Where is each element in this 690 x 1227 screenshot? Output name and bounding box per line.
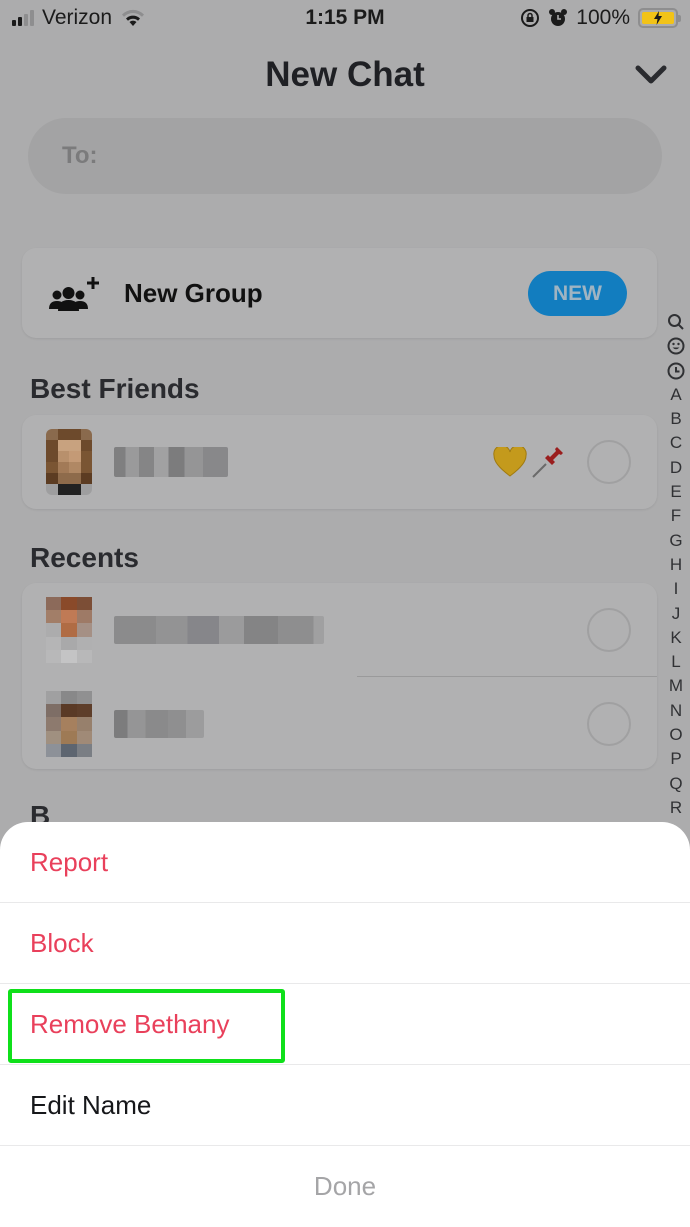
index-letter[interactable]: G xyxy=(669,529,682,553)
avatar xyxy=(46,429,92,495)
section-header-recents: Recents xyxy=(30,542,139,573)
recipient-input[interactable]: To: xyxy=(28,118,662,194)
block-button[interactable]: Block xyxy=(0,903,690,984)
section-header-best-friends: Best Friends xyxy=(30,373,200,404)
index-recent-icon[interactable] xyxy=(667,359,685,383)
index-letter[interactable]: F xyxy=(671,504,681,528)
select-radio[interactable] xyxy=(587,608,631,652)
status-right: 100% xyxy=(520,6,681,30)
recent-row[interactable] xyxy=(22,677,657,771)
recent-name-obscured xyxy=(114,616,324,644)
orientation-lock-icon xyxy=(521,9,540,27)
index-letter[interactable]: H xyxy=(670,553,682,577)
index-letter[interactable]: J xyxy=(672,602,681,626)
friend-emojis xyxy=(493,445,565,479)
best-friends-list xyxy=(22,415,657,509)
index-letter[interactable]: Q xyxy=(669,772,682,796)
index-letter[interactable]: K xyxy=(670,626,681,650)
charging-bolt-icon xyxy=(654,11,662,25)
select-radio[interactable] xyxy=(587,702,631,746)
done-button[interactable]: Done xyxy=(0,1146,690,1227)
add-group-icon xyxy=(49,277,99,311)
action-sheet: Report Block Remove Bethany Edit Name Do… xyxy=(0,822,690,1227)
index-search-icon[interactable] xyxy=(667,310,685,334)
index-letter[interactable]: A xyxy=(670,383,681,407)
edit-name-button[interactable]: Edit Name xyxy=(0,1065,690,1146)
recent-name-obscured xyxy=(114,710,204,738)
report-button[interactable]: Report xyxy=(0,822,690,903)
alphabet-index[interactable]: ABCDEFGHIJKLMNOPQR xyxy=(664,310,688,820)
new-badge: NEW xyxy=(528,271,627,316)
to-label: To: xyxy=(62,142,98,169)
new-group-button[interactable]: New Group NEW xyxy=(22,248,657,338)
battery-percent: 100% xyxy=(576,6,630,29)
avatar xyxy=(46,597,92,663)
status-bar: Verizon 1:15 PM 100% xyxy=(0,0,690,40)
index-letter[interactable]: O xyxy=(669,723,682,747)
index-letter[interactable]: P xyxy=(670,747,681,771)
index-letter[interactable]: C xyxy=(670,431,682,455)
page-title: New Chat xyxy=(265,55,425,94)
recent-row[interactable] xyxy=(22,583,657,677)
index-letter[interactable]: I xyxy=(674,577,679,601)
avatar xyxy=(46,691,92,757)
index-emoji-icon[interactable] xyxy=(667,334,685,358)
index-letter[interactable]: E xyxy=(670,480,681,504)
alarm-icon xyxy=(549,9,568,26)
index-letter[interactable]: R xyxy=(670,796,682,820)
friend-name-obscured xyxy=(114,447,228,477)
recents-list xyxy=(22,583,657,769)
battery-icon xyxy=(638,8,681,28)
index-letter[interactable]: N xyxy=(670,699,682,723)
remove-friend-button[interactable]: Remove Bethany xyxy=(0,984,690,1065)
new-group-label: New Group xyxy=(124,277,263,308)
friend-row[interactable] xyxy=(22,415,657,509)
select-radio[interactable] xyxy=(587,440,631,484)
index-letter[interactable]: L xyxy=(671,650,680,674)
index-letter[interactable]: B xyxy=(670,407,681,431)
index-letter[interactable]: M xyxy=(669,674,683,698)
yellow-heart-icon xyxy=(493,447,527,477)
chevron-down-icon[interactable] xyxy=(634,62,668,88)
index-letter[interactable]: D xyxy=(670,456,682,480)
pin-icon xyxy=(532,447,563,478)
